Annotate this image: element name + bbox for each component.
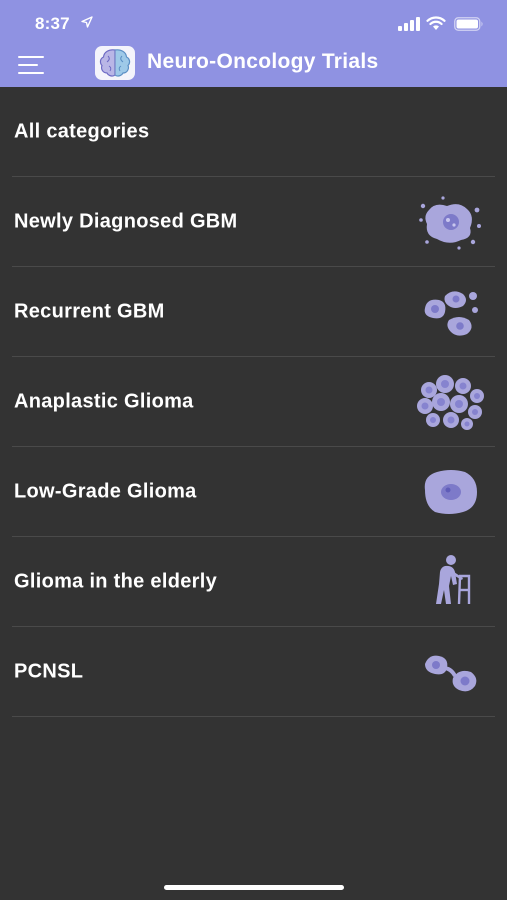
category-label: Low-Grade Glioma	[14, 480, 197, 503]
category-newly-diagnosed-gbm[interactable]: Newly Diagnosed GBM	[0, 177, 507, 267]
category-label: Newly Diagnosed GBM	[14, 210, 238, 233]
elderly-person-walker-icon	[436, 555, 471, 605]
category-label: Anaplastic Glioma	[14, 390, 194, 413]
hamburger-menu-icon[interactable]	[18, 54, 46, 76]
cellular-signal-icon	[398, 17, 420, 31]
battery-icon	[454, 17, 483, 31]
category-label: All categories	[14, 120, 150, 143]
category-low-grade-glioma[interactable]: Low-Grade Glioma	[0, 447, 507, 537]
category-pcnsl[interactable]: PCNSL	[0, 627, 507, 717]
single-cell-icon	[424, 470, 477, 514]
tumor-cell-icon	[419, 196, 481, 250]
category-glioma-elderly[interactable]: Glioma in the elderly	[0, 537, 507, 627]
wifi-icon	[426, 16, 446, 30]
linked-cells-icon	[425, 655, 477, 692]
location-arrow-icon	[81, 16, 93, 28]
status-bar: 8:37	[0, 0, 507, 48]
dividing-cells-icon	[424, 291, 478, 336]
category-anaplastic-glioma[interactable]: Anaplastic Glioma	[0, 357, 507, 447]
status-time: 8:37	[35, 14, 70, 33]
category-label: Glioma in the elderly	[14, 570, 218, 593]
category-list: All categories Newly Diagnosed GBM Recur…	[0, 87, 507, 717]
category-label: PCNSL	[14, 660, 84, 683]
app-title: Neuro-Oncology Trials	[147, 50, 379, 73]
navigation-bar: 8:37 Neuro-Oncology Trials	[0, 0, 507, 87]
home-indicator[interactable]	[164, 885, 344, 890]
brain-logo-icon	[95, 46, 135, 80]
cell-cluster-icon	[417, 375, 484, 430]
category-recurrent-gbm[interactable]: Recurrent GBM	[0, 267, 507, 357]
category-all[interactable]: All categories	[0, 87, 507, 177]
category-label: Recurrent GBM	[14, 300, 165, 323]
